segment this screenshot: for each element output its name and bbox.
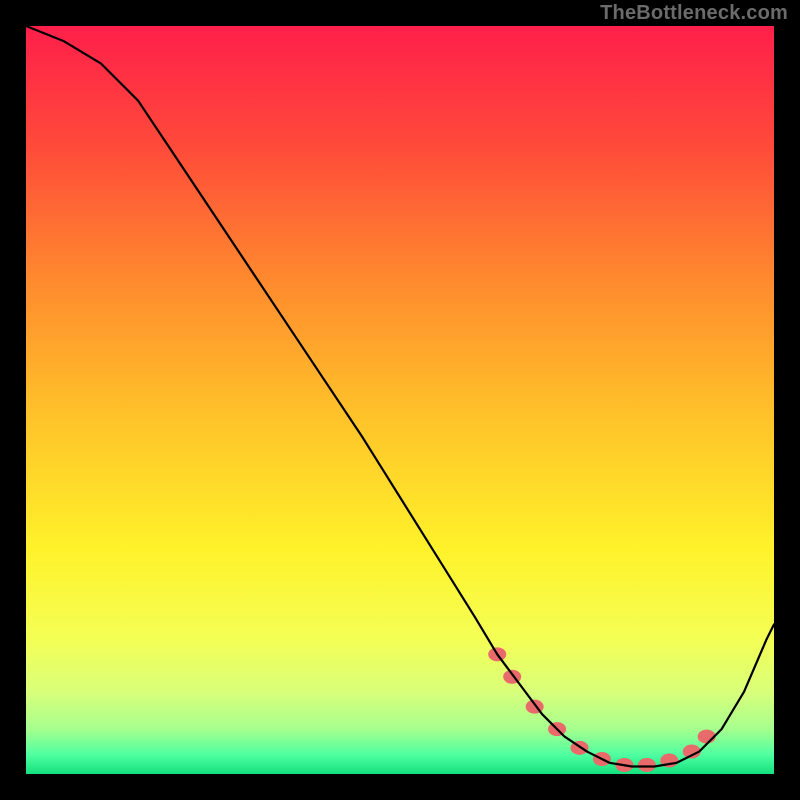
chart-frame: TheBottleneck.com bbox=[0, 0, 800, 800]
marker-point bbox=[638, 758, 656, 772]
gradient-rect bbox=[26, 26, 774, 774]
plot-svg bbox=[26, 26, 774, 774]
plot-area bbox=[26, 26, 774, 774]
watermark-text: TheBottleneck.com bbox=[600, 2, 788, 25]
